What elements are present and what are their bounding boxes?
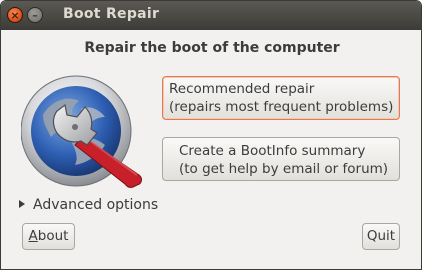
- boot-repair-window: × – Boot Repair Repair the boot of the c…: [0, 0, 422, 270]
- page-heading: Repair the boot of the computer: [84, 40, 340, 56]
- recommended-repair-button[interactable]: Recommended repair (repairs most frequen…: [162, 76, 400, 120]
- about-mnemonic: A: [28, 228, 38, 244]
- minimize-icon: –: [32, 9, 38, 22]
- window-title: Boot Repair: [63, 6, 160, 22]
- close-window-button[interactable]: ×: [7, 7, 23, 23]
- about-label-rest: bout: [37, 228, 69, 244]
- boot-repair-wrench-logo-icon: [21, 75, 142, 188]
- recommended-repair-description: (repairs most frequent problems): [169, 99, 394, 115]
- bootinfo-summary-description: (to get help by email or forum): [179, 161, 389, 177]
- quit-label: Quit: [366, 228, 396, 244]
- close-icon: ×: [10, 9, 20, 22]
- minimize-window-button[interactable]: –: [27, 7, 43, 23]
- advanced-options-expander[interactable]: Advanced options: [19, 197, 158, 213]
- bootinfo-summary-button[interactable]: Create a BootInfo summary (to get help b…: [162, 137, 400, 181]
- about-button[interactable]: About: [22, 223, 75, 250]
- title-bar[interactable]: × – Boot Repair: [1, 1, 421, 30]
- expander-arrow-icon: [19, 200, 25, 208]
- recommended-repair-label: Recommended repair: [169, 81, 315, 97]
- bootinfo-summary-label: Create a BootInfo summary: [179, 143, 366, 159]
- quit-button[interactable]: Quit: [362, 223, 400, 250]
- advanced-options-label: Advanced options: [33, 197, 159, 213]
